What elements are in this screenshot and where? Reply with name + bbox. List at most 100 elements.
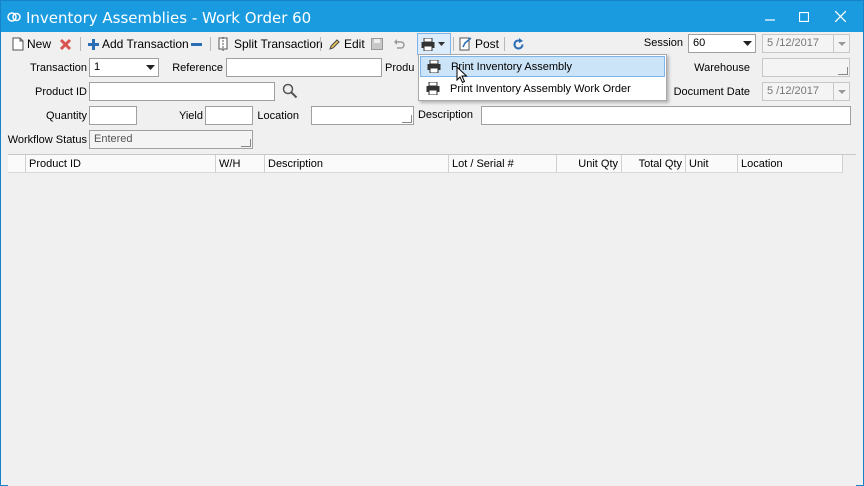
column-header[interactable]: Lot / Serial # [449,155,557,173]
new-button[interactable]: New [12,35,51,53]
document-date-dropdown-button[interactable] [833,83,849,100]
warehouse-label: Warehouse [694,62,750,74]
post-label: Post [475,37,500,51]
toolbar: New Add Transaction Split Transaction Ed… [1,32,863,56]
title-bar: Inventory Assemblies - Work Order 60 [1,1,863,32]
delete-button[interactable] [59,35,75,53]
column-header[interactable]: Location [738,155,843,173]
chevron-down-icon [437,42,445,46]
session-value: 60 [693,37,706,49]
split-transaction-label: Split Transaction [234,37,323,51]
column-header[interactable]: Product ID [26,155,216,173]
chevron-down-icon [145,65,155,70]
minimize-button[interactable] [753,1,787,32]
document-date-field[interactable]: 5 /12/2017 [762,82,850,101]
print-dropdown-button[interactable] [417,33,451,55]
location-input[interactable] [311,106,414,125]
session-date-dropdown-button[interactable] [833,35,849,52]
session-label: Session [643,37,683,49]
toolbar-separator [504,37,505,51]
new-document-icon [12,37,24,51]
column-header[interactable]: Unit [686,155,738,173]
session-dropdown-button[interactable] [739,35,755,52]
yield-label: Yield [178,110,203,122]
refresh-button[interactable] [512,35,528,53]
split-icon [218,37,228,51]
workflow-status-value: Entered [94,133,133,145]
post-button[interactable]: Post [459,35,499,53]
save-disk-icon [371,38,383,50]
remove-transaction-button[interactable] [191,35,205,53]
refresh-icon [513,37,524,49]
column-header[interactable]: Description [265,155,449,173]
transaction-label: Transaction [29,62,87,74]
workflow-status-field[interactable]: Entered [89,130,253,149]
session-date-field[interactable]: 5 /12/2017 [762,34,850,53]
chevron-down-icon [742,41,752,46]
edit-button[interactable]: Edit [328,35,365,53]
column-header[interactable]: W/H [216,155,265,173]
inventory-assemblies-window: Inventory Assemblies - Work Order 60 New… [0,0,864,486]
description-input[interactable] [481,106,851,125]
printer-icon [426,82,440,95]
column-header[interactable]: Total Qty [622,155,686,173]
printer-icon [421,37,434,51]
add-transaction-label: Add Transaction [102,37,189,51]
description-label: Description [417,109,473,121]
product-id-input[interactable] [89,82,275,101]
delete-x-icon [59,38,72,50]
product-search-button[interactable] [282,83,300,101]
workflow-status-label: Workflow Status [7,134,87,146]
toolbar-separator [320,37,321,51]
product-label-partial: Produ [385,62,415,74]
save-button[interactable] [371,35,386,53]
quantity-input[interactable] [89,106,137,125]
product-id-label: Product ID [35,86,87,98]
warehouse-field[interactable] [762,58,850,77]
mouse-cursor-icon [456,66,468,84]
transaction-value: 1 [94,61,101,73]
transaction-select[interactable]: 1 [89,58,159,77]
close-button[interactable] [823,1,857,32]
quantity-label: Quantity [46,110,87,122]
add-transaction-button[interactable]: Add Transaction [88,35,189,53]
magnifier-icon [282,83,298,99]
maximize-button[interactable] [787,1,821,32]
app-logo-icon [7,12,21,22]
undo-icon [394,39,405,49]
yield-input[interactable] [205,106,253,125]
toolbar-separator [210,37,211,51]
grid-row-selector-header [8,155,26,173]
field-corner [241,139,251,147]
grid-header: Product ID W/H Description Lot / Serial … [8,155,843,173]
session-select[interactable]: 60 [688,34,756,53]
printer-icon [427,60,441,73]
toolbar-separator [80,37,81,51]
menu-item-label: Print Inventory Assembly Work Order [450,82,631,95]
transaction-dropdown-button[interactable] [142,59,158,76]
split-transaction-button[interactable]: Split Transaction [218,35,323,53]
close-icon [834,11,846,22]
pencil-icon [329,38,340,50]
column-header[interactable]: Unit Qty [557,155,622,173]
chevron-down-icon [837,89,846,94]
window-title: Inventory Assemblies - Work Order 60 [26,9,312,27]
post-icon [459,37,472,51]
location-label: Location [257,110,299,122]
undo-button[interactable] [393,35,408,53]
transactions-grid: Product ID W/H Description Lot / Serial … [8,154,856,486]
reference-label: Reference [172,62,223,74]
session-date-value: 5 /12/2017 [767,37,819,49]
menu-item-label: Print Inventory Assembly [451,60,573,73]
field-corner [402,115,412,123]
reference-input[interactable] [226,58,382,77]
field-corner [838,67,848,75]
maximize-icon [799,11,809,22]
document-date-label: Document Date [673,86,750,98]
minus-icon [191,42,202,46]
toolbar-separator [453,37,454,51]
chevron-down-icon [837,41,846,46]
new-label: New [27,37,52,51]
minimize-icon [765,18,775,21]
document-date-value: 5 /12/2017 [767,85,819,97]
